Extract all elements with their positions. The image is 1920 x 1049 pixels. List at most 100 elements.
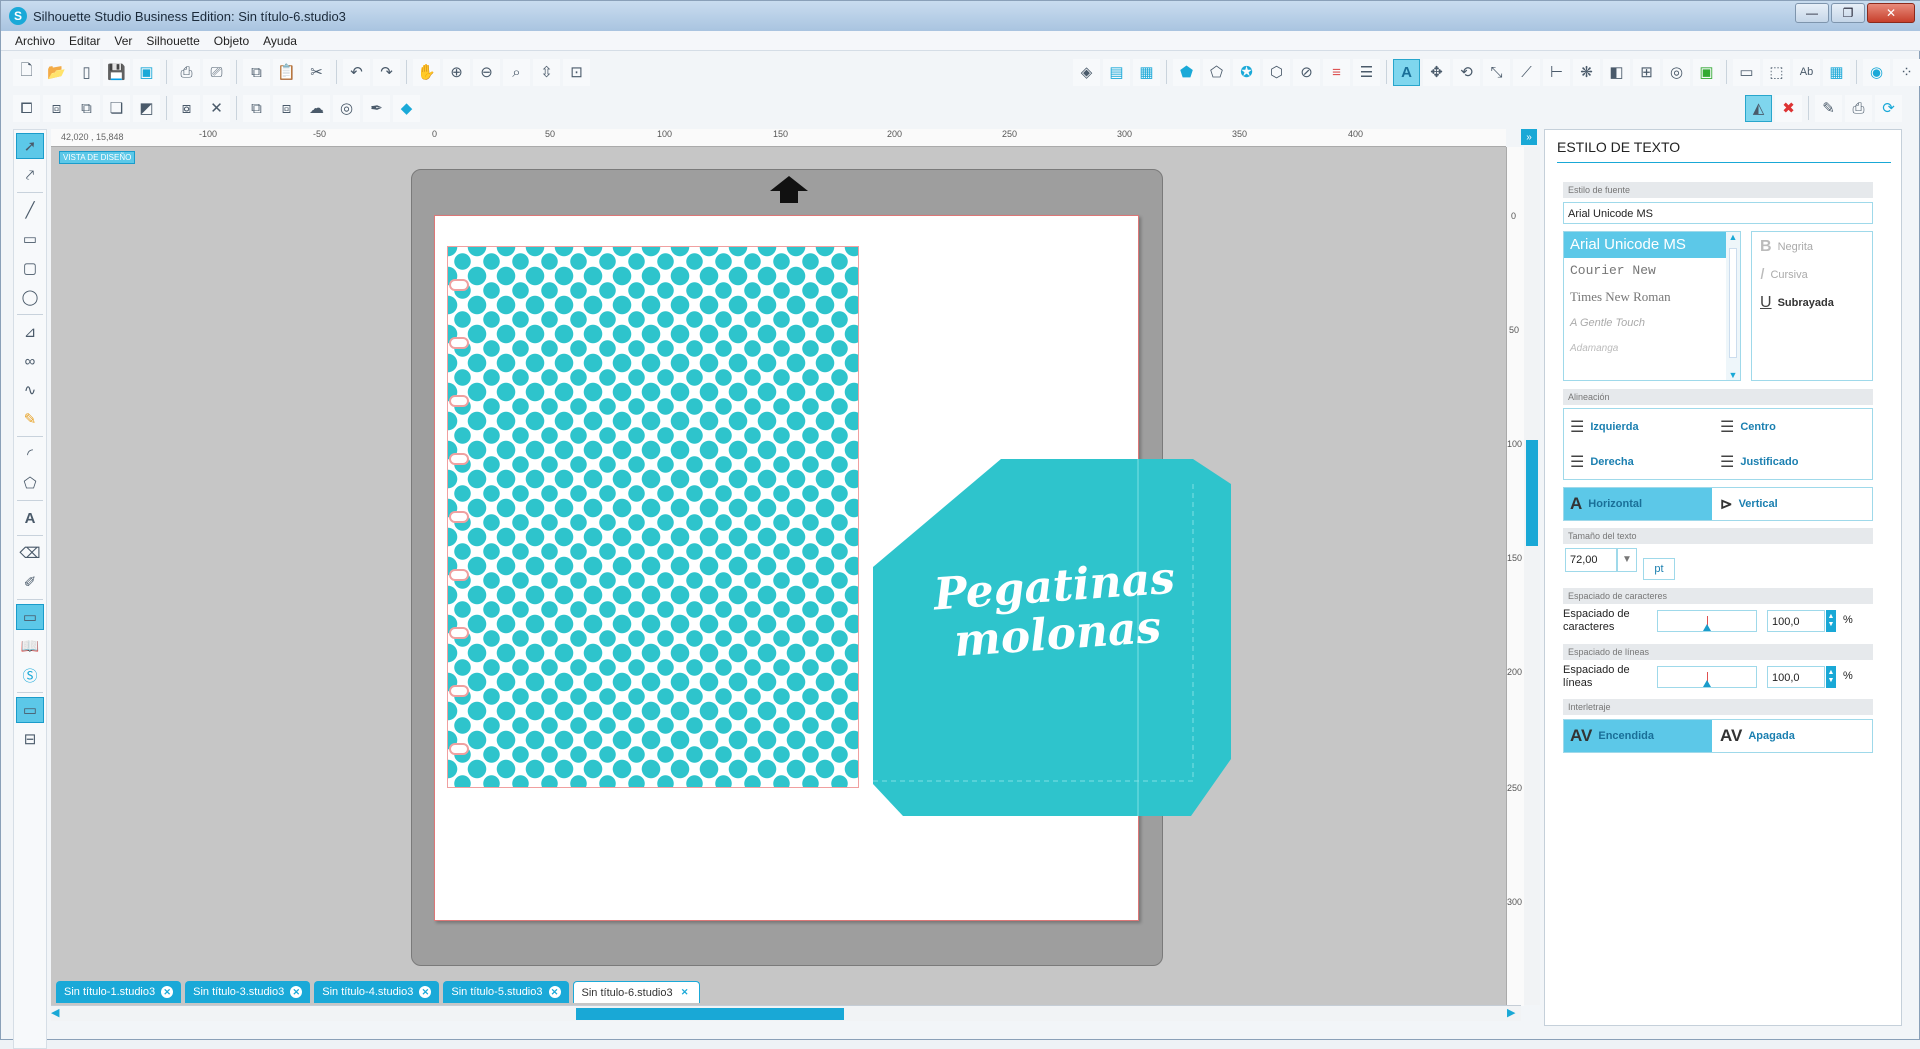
close-tab-icon[interactable]: ✕	[161, 986, 174, 998]
rotate-shape-icon[interactable]: ⊘	[1293, 58, 1320, 86]
maximize-button[interactable]: ❐	[1831, 3, 1865, 23]
polygon-tool-icon[interactable]: ⊿	[16, 319, 44, 345]
zoom-in-icon[interactable]: ⊕	[443, 58, 470, 86]
font-name-field[interactable]: Arial Unicode MS	[1563, 202, 1873, 224]
line-spacing-spinner[interactable]: ▲ ▼	[1826, 666, 1836, 688]
line-color-icon[interactable]: ⬟	[1173, 58, 1200, 86]
font-list[interactable]: Arial Unicode MS Courier New Times New R…	[1563, 231, 1741, 381]
scroll-thumb[interactable]	[1526, 440, 1538, 546]
zoom-out-icon[interactable]: ⊖	[473, 58, 500, 86]
sticker-icon[interactable]: ◆	[393, 94, 420, 122]
scroll-thumb[interactable]	[1729, 248, 1737, 358]
rotate-icon[interactable]: ⟲	[1453, 58, 1480, 86]
font-item[interactable]: Courier New	[1564, 258, 1740, 284]
line-tool-icon[interactable]: ╱	[16, 197, 44, 223]
scroll-right-icon[interactable]: ▶	[1507, 1006, 1521, 1022]
text-style-icon[interactable]: A	[1393, 58, 1420, 86]
save-library-icon[interactable]: ▣	[133, 58, 160, 86]
text-size-input[interactable]: 72,00	[1565, 548, 1617, 572]
menu-objeto[interactable]: Objeto	[214, 34, 249, 48]
menu-archivo[interactable]: Archivo	[15, 34, 55, 48]
slider-handle-icon[interactable]	[1703, 680, 1711, 687]
scroll-down-icon[interactable]: ▼	[1726, 370, 1740, 380]
bring-to-front-icon[interactable]: ◩	[133, 94, 160, 122]
edit-points-icon[interactable]: ⤤	[16, 162, 44, 188]
redo-icon[interactable]: ↷	[373, 58, 400, 86]
font-list-scrollbar[interactable]: ▲ ▼	[1726, 232, 1740, 380]
open-file-icon[interactable]: 📂	[43, 58, 70, 86]
new-file-icon[interactable]: 🗋	[13, 58, 40, 86]
arc-tool-icon[interactable]: ◜	[16, 441, 44, 467]
close-tab-icon[interactable]: ✕	[419, 986, 432, 998]
select-tool-icon[interactable]: ➚	[16, 133, 44, 159]
replicate-icon[interactable]: ❋	[1573, 58, 1600, 86]
knife-tool-icon[interactable]: ✐	[16, 569, 44, 595]
cut-view-icon[interactable]: ✖	[1775, 94, 1802, 122]
cut-icon[interactable]: ✂	[303, 58, 330, 86]
collapse-panel-icon[interactable]: »	[1521, 129, 1537, 145]
size-dropdown-chevron-icon[interactable]: ▼	[1617, 548, 1637, 572]
align-justify-option[interactable]: ☰ Justificado	[1720, 452, 1798, 472]
freehand-tool-icon[interactable]: ∿	[16, 377, 44, 403]
font-item[interactable]: A Gentle Touch	[1564, 310, 1740, 336]
eraser-tool-icon[interactable]: ⌫	[16, 540, 44, 566]
document-tab-active[interactable]: Sin título-6.studio3 ✕	[572, 981, 700, 1003]
smooth-freehand-icon[interactable]: ✎	[16, 406, 44, 432]
send-to-back-icon[interactable]: ⧈	[273, 94, 300, 122]
silhouette-store-icon[interactable]: Ⓢ	[16, 662, 44, 688]
trace-icon[interactable]: ▣	[1693, 58, 1720, 86]
close-tab-icon[interactable]: ✕	[548, 986, 561, 998]
registration-icon[interactable]: ⬚	[1763, 58, 1790, 86]
ellipse-tool-icon[interactable]: ◯	[16, 284, 44, 310]
library-icon[interactable]: ▯	[73, 58, 100, 86]
single-view-icon[interactable]: ▭	[16, 697, 44, 723]
trace-tool-icon[interactable]: ✒	[363, 94, 390, 122]
document-tab[interactable]: Sin título-1.studio3 ✕	[56, 981, 182, 1003]
fill-color-icon[interactable]: ◈	[1073, 58, 1100, 86]
send-to-silhouette-icon[interactable]: ◉	[1863, 58, 1890, 86]
offset-icon[interactable]: ◎	[1663, 58, 1690, 86]
fill-pattern-icon[interactable]: ▦	[1133, 58, 1160, 86]
size-unit-button[interactable]: pt	[1643, 558, 1675, 580]
close-tab-icon[interactable]: ✕	[679, 987, 691, 999]
split-view-icon[interactable]: ⊟	[16, 726, 44, 752]
transform-icon[interactable]: ✥	[1423, 58, 1450, 86]
regular-polygon-icon[interactable]: ⬠	[16, 470, 44, 496]
modify-icon[interactable]: ◧	[1603, 58, 1630, 86]
send-icon[interactable]: ⎙	[1845, 94, 1872, 122]
undo-icon[interactable]: ↶	[343, 58, 370, 86]
char-spacing-slider[interactable]	[1657, 610, 1757, 632]
menu-ver[interactable]: Ver	[114, 34, 132, 48]
group-icon[interactable]: ⧠	[13, 94, 40, 122]
text-tool-icon[interactable]: A	[16, 505, 44, 531]
text-to-path-icon[interactable]: Ab	[1793, 58, 1820, 86]
line-spacing-slider[interactable]	[1657, 666, 1757, 688]
fit-page-icon[interactable]: ⊡	[563, 58, 590, 86]
horizontal-option[interactable]: A Horizontal	[1564, 488, 1712, 520]
shadow-icon[interactable]: ⬡	[1263, 58, 1290, 86]
align-left-option[interactable]: ☰ Izquierda	[1570, 417, 1639, 437]
store-icon[interactable]: ✎	[1815, 94, 1842, 122]
slider-handle-icon[interactable]	[1703, 624, 1711, 631]
underline-option[interactable]: U Subrayada	[1760, 294, 1834, 312]
scroll-thumb[interactable]	[576, 1008, 844, 1020]
ungroup-icon[interactable]: ⧈	[43, 94, 70, 122]
vertical-option[interactable]: ⊳ Vertical	[1714, 488, 1872, 520]
design-view-icon[interactable]: ◭	[1745, 94, 1772, 122]
design-space-icon[interactable]: ▭	[16, 604, 44, 630]
kerning-off-option[interactable]: AV Apagada	[1714, 720, 1872, 752]
line-spacing-input[interactable]: 100,0	[1767, 666, 1825, 688]
nest-icon[interactable]: ⊞	[1633, 58, 1660, 86]
scroll-left-icon[interactable]: ◀	[51, 1006, 65, 1022]
print-icon[interactable]: ⎙	[173, 58, 200, 86]
save-icon[interactable]: 💾	[103, 58, 130, 86]
menu-editar[interactable]: Editar	[69, 34, 100, 48]
zoom-select-icon[interactable]: ⌕	[503, 58, 530, 86]
vertical-scrollbar[interactable]	[1524, 147, 1540, 1005]
document-tab[interactable]: Sin título-3.studio3 ✕	[185, 981, 311, 1003]
font-item[interactable]: Arial Unicode MS	[1564, 232, 1740, 258]
rounded-rectangle-icon[interactable]: ▢	[16, 255, 44, 281]
font-item[interactable]: Times New Roman	[1564, 284, 1740, 310]
zoom-drag-icon[interactable]: ⇳	[533, 58, 560, 86]
paste-icon[interactable]: 📋	[273, 58, 300, 86]
